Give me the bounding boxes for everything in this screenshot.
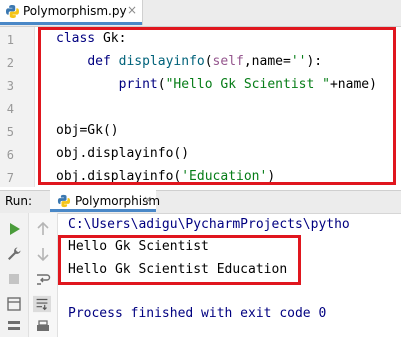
active-run-tab-indicator: [50, 209, 156, 212]
line-number: 3: [6, 79, 14, 93]
print-icon[interactable]: [34, 318, 52, 336]
run-label: Run:: [5, 194, 33, 208]
up-arrow-icon[interactable]: [34, 220, 52, 238]
python-run-icon: [57, 194, 71, 208]
tab-close-icon[interactable]: ×: [127, 3, 137, 17]
active-tab-indicator: [0, 22, 142, 25]
soft-wrap-icon[interactable]: [34, 270, 52, 288]
wrench-icon[interactable]: [5, 245, 23, 263]
output-highlight-box: [58, 235, 301, 285]
line-number: 1: [6, 33, 14, 47]
line-number: 4: [6, 102, 14, 116]
interpreter-path: C:\Users\adigu\PycharmProjects\pytho: [68, 217, 350, 232]
stop-icon[interactable]: [5, 270, 23, 288]
code-highlight-box: [38, 27, 396, 185]
rerun-icon[interactable]: [5, 220, 23, 238]
down-arrow-icon[interactable]: [34, 245, 52, 263]
editor-tab-label: Polymorphism.py: [23, 4, 127, 18]
line-number: 6: [6, 148, 14, 162]
python-file-icon: [6, 5, 19, 18]
line-number: 2: [6, 56, 14, 70]
line-number: 7: [6, 171, 14, 185]
run-tab-close-icon[interactable]: ×: [143, 193, 152, 206]
layout-icon[interactable]: [5, 295, 23, 313]
process-exit-message: Process finished with exit code 0: [68, 306, 327, 321]
scroll-to-end-icon[interactable]: [33, 295, 51, 313]
pin-icon[interactable]: [5, 318, 23, 336]
line-number: 5: [6, 125, 14, 139]
